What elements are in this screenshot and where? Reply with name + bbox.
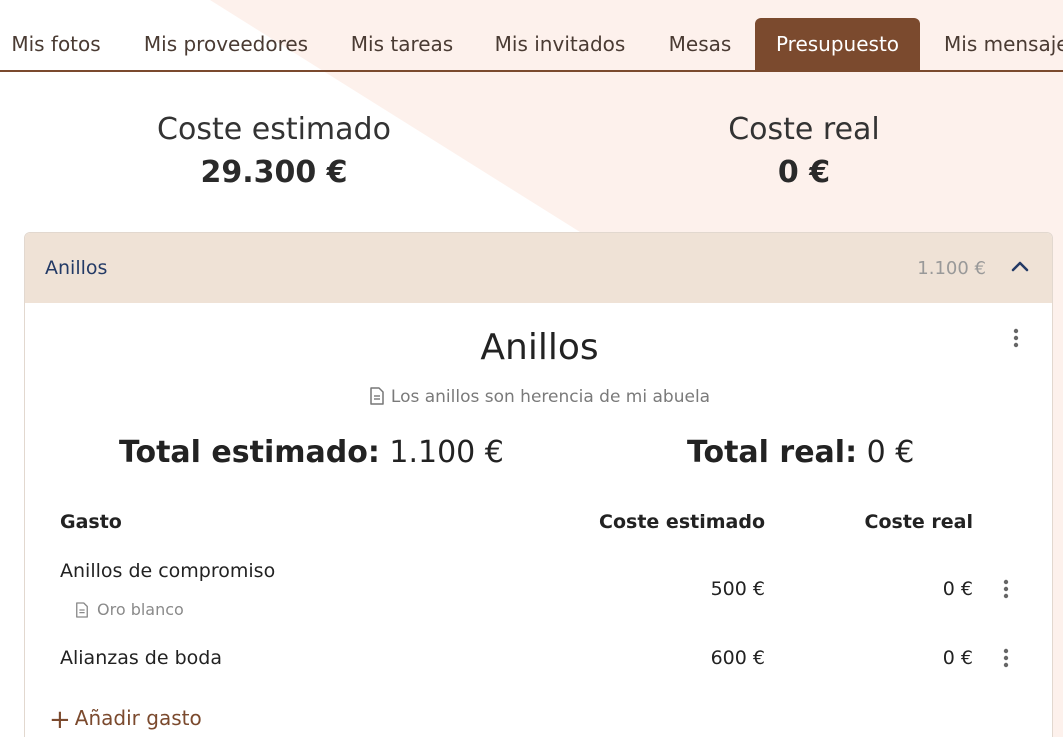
category-panel: Anillos 1.100 € Anillos Los anillos son … [24, 232, 1053, 737]
expense-name: Anillos de compromiso [60, 560, 276, 582]
tab-mis-invitados[interactable]: Mis invitados [482, 18, 638, 70]
expense-name: Alianzas de boda [60, 647, 222, 669]
document-icon [370, 387, 384, 405]
total-estimated: Total estimado: 1.100 € [119, 435, 504, 470]
chevron-up-icon[interactable] [1008, 255, 1032, 279]
tab-mis-tareas[interactable]: Mis tareas [338, 18, 466, 70]
column-header-estimated: Coste estimado [599, 511, 765, 533]
total-real-value: 0 € [866, 435, 915, 470]
total-real: Total real: 0 € [687, 435, 914, 470]
estimated-cost-summary: Coste estimado 29.300 € [24, 112, 524, 190]
tab-bar: Mis fotos Mis proveedores Mis tareas Mis… [0, 0, 1063, 72]
category-amount: 1.100 € [917, 258, 986, 279]
category-name: Anillos [45, 257, 108, 279]
expense-note: Oro blanco [75, 600, 184, 619]
expense-estimated: 600 € [710, 647, 765, 669]
real-cost-value: 0 € [777, 155, 831, 190]
document-icon [76, 602, 88, 618]
real-cost-label: Coste real [728, 112, 880, 147]
plus-icon: + [49, 705, 71, 735]
column-header-expense: Gasto [60, 511, 122, 533]
category-header[interactable]: Anillos 1.100 € [25, 233, 1052, 303]
add-expense-label: Añadir gasto [74, 706, 202, 730]
tab-mis-fotos[interactable]: Mis fotos [0, 18, 112, 70]
total-estimated-value: 1.100 € [389, 435, 504, 470]
total-estimated-label: Total estimado: [119, 435, 380, 470]
expense-estimated: 500 € [710, 578, 765, 600]
expense-real: 0 € [942, 578, 973, 600]
tab-presupuesto[interactable]: Presupuesto [755, 18, 920, 70]
more-vertical-icon[interactable] [994, 646, 1018, 670]
category-note: Los anillos son herencia de mi abuela [25, 387, 1052, 407]
estimated-cost-value: 29.300 € [200, 155, 348, 190]
add-expense-button[interactable]: + Añadir gasto [49, 705, 202, 735]
estimated-cost-label: Coste estimado [157, 112, 391, 147]
tab-mis-mensajes[interactable]: Mis mensajes [930, 18, 1063, 70]
tab-mis-proveedores[interactable]: Mis proveedores [128, 18, 324, 70]
expense-real: 0 € [942, 647, 973, 669]
real-cost-summary: Coste real 0 € [554, 112, 1054, 190]
expense-note-text: Oro blanco [97, 600, 184, 619]
category-title: Anillos [480, 327, 599, 368]
more-vertical-icon[interactable] [1004, 326, 1028, 350]
total-real-label: Total real: [687, 435, 858, 470]
category-note-text: Los anillos son herencia de mi abuela [390, 387, 711, 407]
more-vertical-icon[interactable] [994, 577, 1018, 601]
tab-mesas[interactable]: Mesas [656, 18, 744, 70]
column-header-real: Coste real [864, 511, 973, 533]
